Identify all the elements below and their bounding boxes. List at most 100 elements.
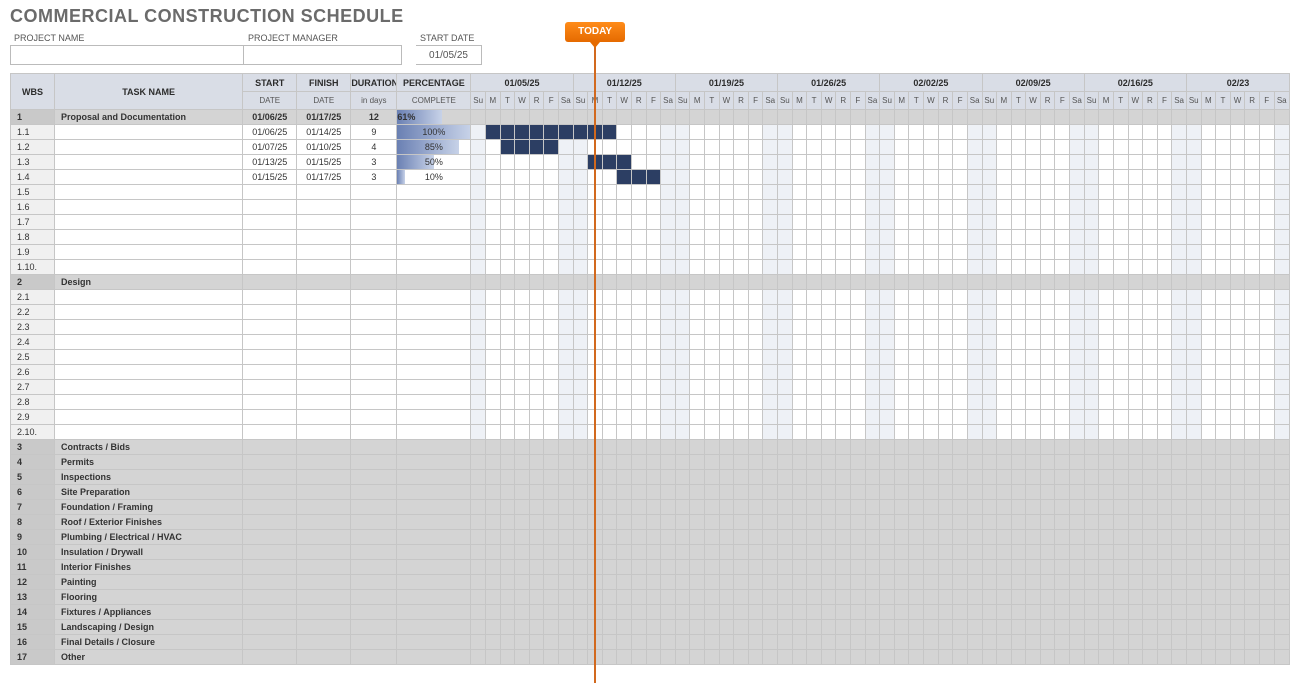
phase-row[interactable]: 17Other [11,650,1290,665]
col-duration: DURATION [351,74,397,92]
task-row[interactable]: 1.9 [11,245,1290,260]
day-header: M [1201,92,1216,110]
task-row[interactable]: 1.201/07/2501/10/25485% [11,140,1290,155]
task-row[interactable]: 2.4 [11,335,1290,350]
gantt-bar-cell[interactable] [529,140,544,155]
week-header: 02/02/25 [880,74,982,92]
gantt-bar-cell[interactable] [486,125,501,140]
day-header: Su [778,92,793,110]
day-header: W [821,92,836,110]
gantt-bar-cell[interactable] [646,170,661,185]
project-manager-input[interactable] [244,45,402,65]
task-row[interactable]: 1.7 [11,215,1290,230]
task-row[interactable]: 1.101/06/2501/14/259100% [11,125,1290,140]
task-row[interactable]: 2.7 [11,380,1290,395]
start-date-label: START DATE [416,31,482,45]
gantt-bar-cell[interactable] [617,155,632,170]
project-manager-label: PROJECT MANAGER [244,31,402,45]
week-header: 02/23 [1186,74,1289,92]
day-header: F [1055,92,1070,110]
task-row[interactable]: 1.5 [11,185,1290,200]
day-header: W [1230,92,1245,110]
col-finish: FINISH [297,74,351,92]
day-header: Sa [661,92,676,110]
gantt-bar-cell[interactable] [500,125,515,140]
day-header: R [1040,92,1055,110]
day-header: T [1011,92,1026,110]
task-row[interactable]: 2.1 [11,290,1290,305]
phase-row[interactable]: 5Inspections [11,470,1290,485]
day-header: M [486,92,501,110]
today-flag: TODAY [565,22,625,42]
day-header: M [997,92,1012,110]
phase-row[interactable]: 15Landscaping / Design [11,620,1290,635]
today-marker: TODAY [594,24,596,683]
task-row[interactable]: 2.6 [11,365,1290,380]
gantt-bar-cell[interactable] [602,155,617,170]
phase-row[interactable]: 7Foundation / Framing [11,500,1290,515]
day-header: T [1216,92,1231,110]
project-name-input[interactable] [10,45,244,65]
gantt-bar-cell[interactable] [515,125,530,140]
task-row[interactable]: 2.8 [11,395,1290,410]
phase-row[interactable]: 8Roof / Exterior Finishes [11,515,1290,530]
gantt-bar-cell[interactable] [602,125,617,140]
task-row[interactable]: 1.10. [11,260,1290,275]
gantt-bar-cell[interactable] [544,140,559,155]
day-header: W [924,92,939,110]
task-row[interactable]: 1.8 [11,230,1290,245]
task-row[interactable]: 2.2 [11,305,1290,320]
phase-row[interactable]: 4Permits [11,455,1290,470]
phase-row[interactable]: 1Proposal and Documentation01/06/2501/17… [11,110,1290,125]
phase-row[interactable]: 10Insulation / Drywall [11,545,1290,560]
phase-row[interactable]: 9Plumbing / Electrical / HVAC [11,530,1290,545]
phase-row[interactable]: 14Fixtures / Appliances [11,605,1290,620]
day-header: Sa [865,92,880,110]
phase-row[interactable]: 11Interior Finishes [11,560,1290,575]
gantt-bar-cell[interactable] [529,125,544,140]
day-header: Su [982,92,997,110]
week-header: 01/12/25 [573,74,675,92]
task-row[interactable]: 1.401/15/2501/17/25310% [11,170,1290,185]
day-header: F [1157,92,1172,110]
day-header: Su [675,92,690,110]
task-row[interactable]: 2.9 [11,410,1290,425]
gantt-bar-cell[interactable] [544,125,559,140]
task-row[interactable]: 2.10. [11,425,1290,440]
gantt-bar-cell[interactable] [558,125,573,140]
schedule-table: WBSTASK NAMESTARTFINISHDURATIONPERCENTAG… [10,73,1290,665]
task-row[interactable]: 1.6 [11,200,1290,215]
gantt-bar-cell[interactable] [617,170,632,185]
day-header: T [909,92,924,110]
day-header: Sa [1070,92,1085,110]
day-header: W [617,92,632,110]
task-row[interactable]: 2.5 [11,350,1290,365]
task-row[interactable]: 1.301/13/2501/15/25350% [11,155,1290,170]
phase-row[interactable]: 3Contracts / Bids [11,440,1290,455]
phase-row[interactable]: 6Site Preparation [11,485,1290,500]
gantt-bar-cell[interactable] [500,140,515,155]
gantt-bar-cell[interactable] [632,170,647,185]
day-header: W [1026,92,1041,110]
day-header: Su [471,92,486,110]
phase-row[interactable]: 2Design [11,275,1290,290]
day-header: Sa [763,92,778,110]
day-header: Su [1084,92,1099,110]
phase-row[interactable]: 13Flooring [11,590,1290,605]
week-header: 01/19/25 [675,74,777,92]
day-header: R [938,92,953,110]
day-header: F [646,92,661,110]
day-header: F [1259,92,1274,110]
day-header: Su [880,92,895,110]
task-row[interactable]: 2.3 [11,320,1290,335]
start-date-input[interactable] [416,45,482,65]
day-header: Su [573,92,588,110]
gantt-bar-cell[interactable] [515,140,530,155]
day-header: T [602,92,617,110]
week-header: 02/16/25 [1084,74,1186,92]
phase-row[interactable]: 12Painting [11,575,1290,590]
phase-row[interactable]: 16Final Details / Closure [11,635,1290,650]
gantt-bar-cell[interactable] [573,125,588,140]
week-header: 01/26/25 [778,74,880,92]
day-header: R [1245,92,1260,110]
